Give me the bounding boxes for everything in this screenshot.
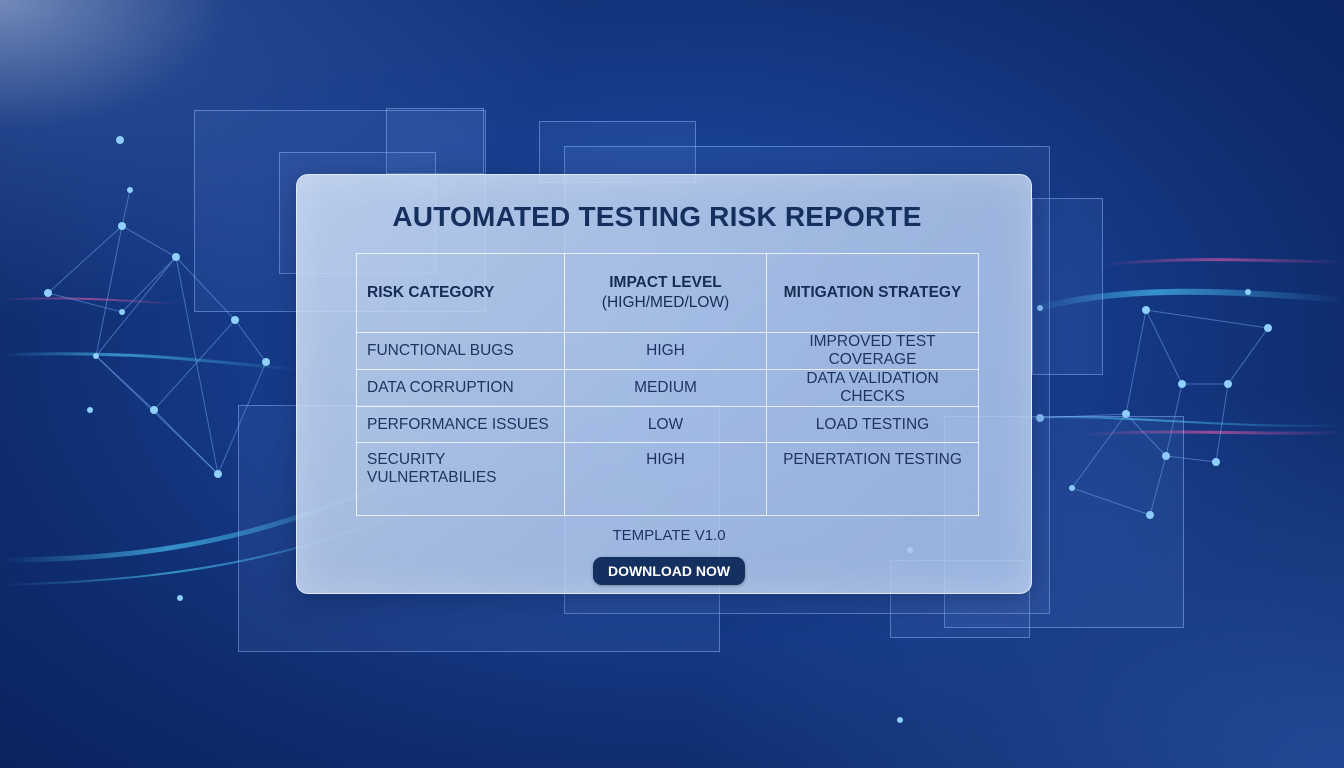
header-impact-level: IMPACT LEVEL (HIGH/MED/LOW) <box>564 253 767 333</box>
cell-risk-category-line1: SECURITY <box>367 451 446 468</box>
cell-mitigation: LOAD TESTING <box>766 406 979 443</box>
report-title: AUTOMATED TESTING RISK REPORTE <box>392 201 922 232</box>
table-header-row: RISK CATEGORY IMPACT LEVEL (HIGH/MED/LOW… <box>356 253 979 333</box>
cell-risk-category: SECURITY VULNERTABILIES <box>356 442 565 516</box>
cell-impact-level: MEDIUM <box>564 369 767 407</box>
header-impact-scale: (HIGH/MED/LOW) <box>601 294 730 311</box>
cell-impact-level: HIGH <box>564 442 767 516</box>
table-row: DATA CORRUPTION MEDIUM DATA VALIDATION C… <box>356 369 979 407</box>
report-card: AUTOMATED TESTING RISK REPORTE RISK CATE… <box>296 174 1032 594</box>
cell-mitigation: PENERTATION TESTING <box>766 442 979 516</box>
table-row: PERFORMANCE ISSUES LOW LOAD TESTING <box>356 406 979 443</box>
cell-risk-category: DATA CORRUPTION <box>356 369 565 407</box>
cell-impact-level: LOW <box>564 406 767 443</box>
risk-table: RISK CATEGORY IMPACT LEVEL (HIGH/MED/LOW… <box>356 253 979 516</box>
table-row: SECURITY VULNERTABILIES HIGH PENERTATION… <box>356 442 979 516</box>
cell-risk-category: PERFORMANCE ISSUES <box>356 406 565 443</box>
template-version: TEMPLATE V1.0 <box>612 527 726 544</box>
cell-mitigation: DATA VALIDATION CHECKS <box>766 369 979 407</box>
background-panel <box>1032 198 1103 375</box>
header-mitigation-strategy: MITIGATION STRATEGY <box>766 253 979 333</box>
cell-impact-level: HIGH <box>564 332 767 370</box>
glow-streak <box>0 352 301 372</box>
cell-risk-category-line2: VULNERTABILIES <box>367 469 497 486</box>
cell-risk-category: FUNCTIONAL BUGS <box>356 332 565 370</box>
table-row: FUNCTIONAL BUGS HIGH IMPROVED TEST COVER… <box>356 332 979 370</box>
header-impact-title: IMPACT LEVEL <box>609 274 722 291</box>
download-now-button[interactable]: DOWNLOAD NOW <box>593 557 745 585</box>
glow-streak <box>0 297 181 305</box>
glow-streak <box>1099 258 1344 267</box>
cell-mitigation: IMPROVED TEST COVERAGE <box>766 332 979 370</box>
header-risk-category: RISK CATEGORY <box>356 253 565 333</box>
